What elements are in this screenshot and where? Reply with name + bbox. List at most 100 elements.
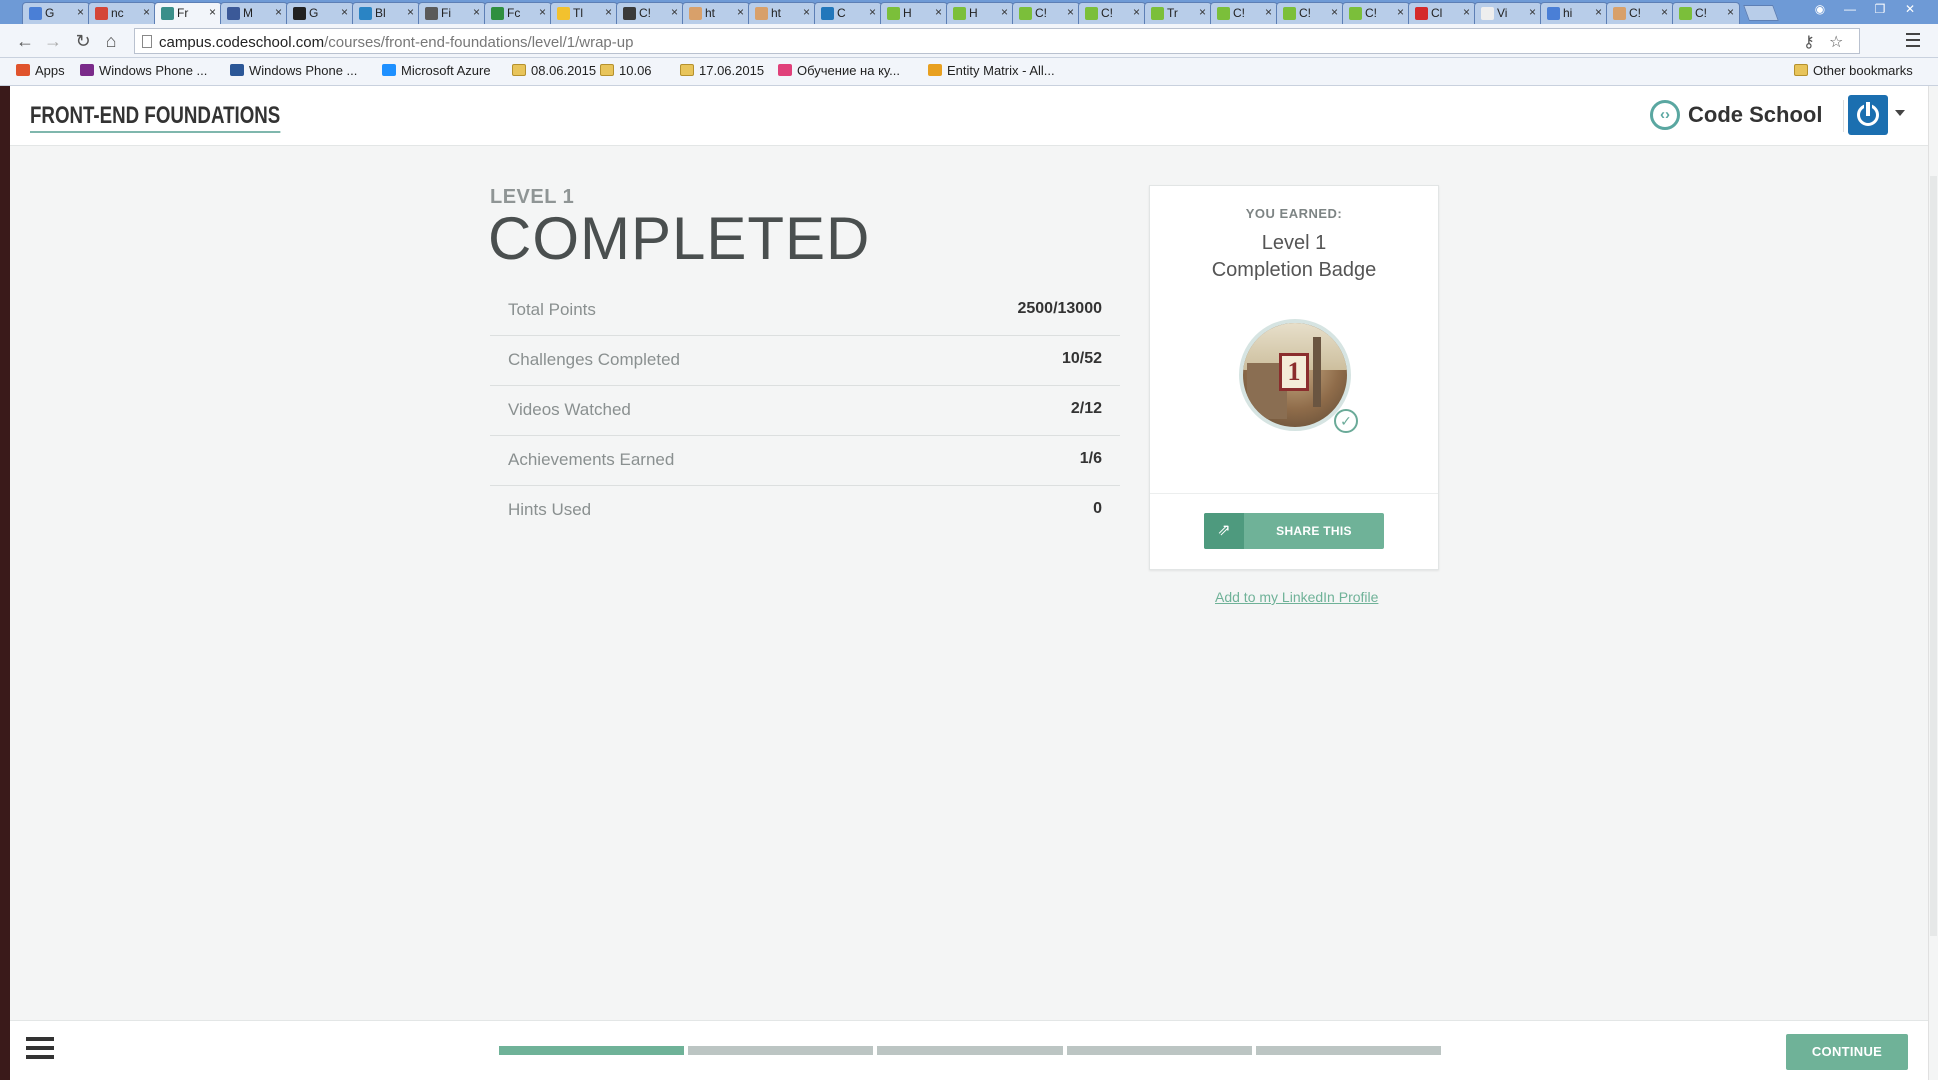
browser-tab[interactable]: C! ×: [1078, 2, 1146, 24]
address-bar[interactable]: campus.codeschool.com/courses/front-end-…: [134, 28, 1860, 54]
progress-segment: [1255, 1046, 1441, 1055]
browser-tab[interactable]: G ×: [286, 2, 354, 24]
close-tab-icon[interactable]: ×: [143, 5, 150, 19]
level-badge-image: 1: [1239, 319, 1351, 431]
close-tab-icon[interactable]: ×: [1133, 5, 1140, 19]
linkedin-link[interactable]: Add to my LinkedIn Profile: [1215, 589, 1378, 605]
close-tab-icon[interactable]: ×: [1529, 5, 1536, 19]
close-tab-icon[interactable]: ×: [1595, 5, 1602, 19]
close-window-icon[interactable]: ✕: [1896, 0, 1924, 18]
browser-tab[interactable]: C! ×: [616, 2, 684, 24]
browser-tab[interactable]: Cl ×: [1408, 2, 1476, 24]
browser-menu-icon[interactable]: [1902, 29, 1924, 51]
bookmark-item[interactable]: Windows Phone ...: [80, 63, 207, 78]
close-tab-icon[interactable]: ×: [935, 5, 942, 19]
browser-tab[interactable]: H ×: [880, 2, 948, 24]
tab-title: C!: [1101, 6, 1113, 20]
badge-tower: [1313, 337, 1321, 407]
bookmark-item[interactable]: 08.06.2015: [512, 63, 596, 78]
close-tab-icon[interactable]: ×: [1199, 5, 1206, 19]
close-tab-icon[interactable]: ×: [1067, 5, 1074, 19]
restore-icon[interactable]: ❐: [1866, 0, 1894, 18]
bookmarks-bar: Apps Windows Phone ... Windows Phone ... Mi…: [0, 58, 1938, 86]
browser-tab[interactable]: ht ×: [682, 2, 750, 24]
tab-favicon-icon: [755, 7, 768, 20]
close-tab-icon[interactable]: ×: [1265, 5, 1272, 19]
browser-tab[interactable]: Fc ×: [484, 2, 552, 24]
browser-tab[interactable]: Fr ×: [154, 2, 222, 24]
continue-button[interactable]: CONTINUE: [1786, 1034, 1908, 1070]
close-tab-icon[interactable]: ×: [209, 5, 216, 19]
forward-icon[interactable]: →: [42, 30, 64, 52]
minimize-icon[interactable]: —: [1836, 0, 1864, 18]
browser-tab[interactable]: Fi ×: [418, 2, 486, 24]
key-icon[interactable]: ⚷: [1803, 32, 1815, 52]
browser-tab[interactable]: Tl ×: [550, 2, 618, 24]
hamburger-menu-icon[interactable]: [26, 1037, 54, 1063]
bookmark-item[interactable]: Apps: [16, 63, 65, 78]
bookmark-item[interactable]: 17.06.2015: [680, 63, 764, 78]
browser-tab[interactable]: C! ×: [1672, 2, 1740, 24]
close-tab-icon[interactable]: ×: [1727, 5, 1734, 19]
page-scrollbar[interactable]: [1928, 86, 1938, 1080]
browser-tab[interactable]: nc ×: [88, 2, 156, 24]
user-icon[interactable]: ◉: [1806, 0, 1834, 18]
close-tab-icon[interactable]: ×: [275, 5, 282, 19]
badge-number: 1: [1279, 353, 1309, 391]
course-logo[interactable]: FRONT-END FOUNDATIONS: [30, 102, 281, 133]
bookmark-item[interactable]: Обучение на ку...: [778, 63, 900, 78]
browser-tab[interactable]: hi ×: [1540, 2, 1608, 24]
bookmark-item[interactable]: Microsoft Azure: [382, 63, 491, 78]
close-tab-icon[interactable]: ×: [737, 5, 744, 19]
close-tab-icon[interactable]: ×: [473, 5, 480, 19]
new-tab-button[interactable]: [1743, 5, 1779, 21]
other-bookmarks[interactable]: Other bookmarks: [1794, 63, 1913, 78]
browser-tab[interactable]: C! ×: [1276, 2, 1344, 24]
browser-tab[interactable]: C! ×: [1342, 2, 1410, 24]
home-icon[interactable]: ⌂: [100, 30, 122, 52]
browser-tab[interactable]: H ×: [946, 2, 1014, 24]
tab-title: Fi: [441, 6, 451, 20]
reload-icon[interactable]: ↻: [72, 30, 94, 52]
bookmark-label: Microsoft Azure: [401, 63, 491, 78]
close-tab-icon[interactable]: ×: [803, 5, 810, 19]
scrollbar-thumb[interactable]: [1930, 176, 1937, 936]
close-tab-icon[interactable]: ×: [539, 5, 546, 19]
close-tab-icon[interactable]: ×: [341, 5, 348, 19]
close-tab-icon[interactable]: ×: [605, 5, 612, 19]
page-icon: [142, 35, 152, 48]
browser-tab[interactable]: C ×: [814, 2, 882, 24]
browser-tab[interactable]: Bl ×: [352, 2, 420, 24]
stat-label: Videos Watched: [508, 400, 631, 419]
bookmark-item[interactable]: Windows Phone ...: [230, 63, 357, 78]
close-tab-icon[interactable]: ×: [407, 5, 414, 19]
close-tab-icon[interactable]: ×: [77, 5, 84, 19]
close-tab-icon[interactable]: ×: [1001, 5, 1008, 19]
close-tab-icon[interactable]: ×: [869, 5, 876, 19]
close-tab-icon[interactable]: ×: [1661, 5, 1668, 19]
user-avatar[interactable]: [1848, 95, 1888, 135]
browser-tab[interactable]: C! ×: [1210, 2, 1278, 24]
bookmark-item[interactable]: 10.06: [600, 63, 652, 78]
close-tab-icon[interactable]: ×: [1463, 5, 1470, 19]
browser-tab[interactable]: C! ×: [1606, 2, 1674, 24]
browser-tab[interactable]: G ×: [22, 2, 90, 24]
share-button[interactable]: ⇗ SHARE THIS: [1204, 513, 1384, 549]
back-icon[interactable]: ←: [14, 30, 36, 52]
tab-favicon-icon: [1217, 7, 1230, 20]
browser-tab[interactable]: Vi ×: [1474, 2, 1542, 24]
browser-tab[interactable]: ht ×: [748, 2, 816, 24]
tab-favicon-icon: [161, 7, 174, 20]
tab-favicon-icon: [359, 7, 372, 20]
browser-tab[interactable]: M ×: [220, 2, 288, 24]
browser-tab[interactable]: Tr ×: [1144, 2, 1212, 24]
star-icon[interactable]: ☆: [1829, 32, 1843, 52]
close-tab-icon[interactable]: ×: [671, 5, 678, 19]
close-tab-icon[interactable]: ×: [1331, 5, 1338, 19]
close-tab-icon[interactable]: ×: [1397, 5, 1404, 19]
browser-tab[interactable]: C! ×: [1012, 2, 1080, 24]
badge-card: YOU EARNED: Level 1 Completion Badge 1 ✓…: [1149, 185, 1439, 570]
bookmark-item[interactable]: Entity Matrix - All...: [928, 63, 1055, 78]
page-content: FRONT-END FOUNDATIONS ‹› Code School LEV…: [10, 86, 1928, 1080]
chevron-down-icon[interactable]: [1895, 110, 1905, 116]
